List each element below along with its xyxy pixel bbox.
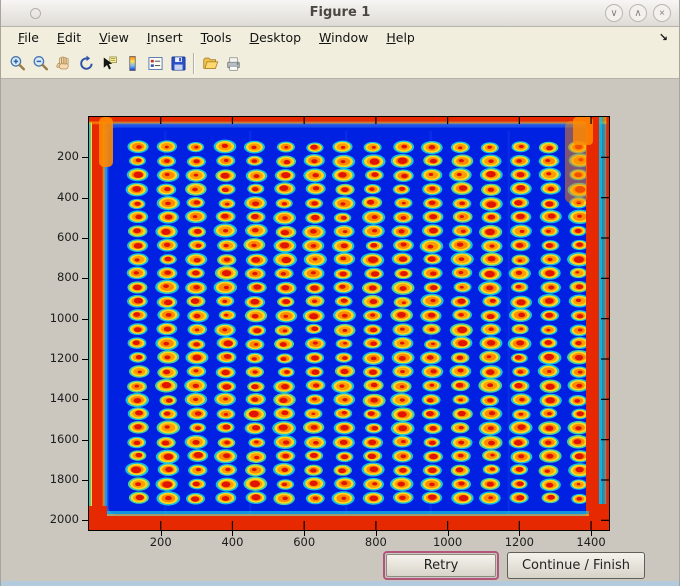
y-tick-label: 200 <box>57 149 79 164</box>
x-tick-label: 200 <box>149 535 172 549</box>
y-tick-label: 1400 <box>49 391 79 406</box>
insert-colorbar-icon <box>129 56 136 71</box>
y-tick-label: 1800 <box>49 471 79 486</box>
print-figure-icon <box>227 57 240 71</box>
menu-help[interactable]: Help <box>377 28 424 48</box>
menu-tools[interactable]: Tools <box>192 28 241 48</box>
menu-desktop[interactable]: Desktop <box>240 28 310 48</box>
retry-button-focus-ring: Retry <box>383 551 499 580</box>
figure-toolbar <box>1 49 679 79</box>
insert-colorbar-button[interactable] <box>121 52 144 76</box>
x-tick-mark <box>447 531 449 536</box>
zoom-in-button[interactable] <box>6 52 29 76</box>
x-tick-label: 1000 <box>432 535 463 549</box>
y-tick-label: 600 <box>57 229 79 244</box>
x-tick-mark <box>591 531 593 536</box>
open-file-icon <box>203 57 219 70</box>
x-tick-mark <box>160 531 162 536</box>
x-tick-mark <box>304 531 306 536</box>
y-tick-label: 1600 <box>49 431 79 446</box>
save-figure-button[interactable] <box>167 52 190 76</box>
y-tick-label: 400 <box>57 189 79 204</box>
window-title: Figure 1 <box>309 5 371 20</box>
y-tick-label: 2000 <box>49 512 79 527</box>
x-tick-label: 400 <box>221 535 244 549</box>
x-tick-label: 1200 <box>504 535 534 549</box>
x-tick-mark <box>375 531 377 536</box>
insert-legend-icon <box>148 57 163 70</box>
x-tick-label: 800 <box>364 535 387 549</box>
menu-view[interactable]: View <box>90 28 138 48</box>
data-cursor-icon <box>103 56 117 70</box>
open-file-button[interactable] <box>199 52 222 76</box>
insert-legend-button[interactable] <box>144 52 167 76</box>
data-cursor-button[interactable] <box>98 52 121 76</box>
menu-window[interactable]: Window <box>310 28 377 48</box>
menu-bar: File Edit View Insert Tools Desktop Wind… <box>1 27 679 49</box>
y-tick-label: 1200 <box>49 350 79 365</box>
zoom-out-icon <box>33 56 49 71</box>
pan-button[interactable] <box>52 52 75 76</box>
y-tick-label: 1000 <box>49 310 79 325</box>
x-tick-mark <box>232 531 234 536</box>
x-tick-label: 600 <box>293 535 316 549</box>
maximize-button[interactable]: ∧ <box>629 4 647 22</box>
rotate-3d-button[interactable] <box>75 52 98 76</box>
figure-window: Figure 1 ∨ ∧ × File Edit View Insert Too… <box>0 0 680 586</box>
x-tick-mark <box>519 531 521 536</box>
title-bar: Figure 1 ∨ ∧ × <box>1 0 679 27</box>
menu-edit[interactable]: Edit <box>48 28 90 48</box>
zoom-out-button[interactable] <box>29 52 52 76</box>
menu-insert[interactable]: Insert <box>138 28 192 48</box>
y-tick-label: 800 <box>57 270 79 285</box>
retry-button[interactable]: Retry <box>386 554 496 577</box>
print-figure-button[interactable] <box>222 52 245 76</box>
zoom-in-icon <box>10 56 26 71</box>
dock-figure-icon[interactable]: ↘ <box>659 31 668 44</box>
pan-icon <box>56 56 69 70</box>
minimize-button[interactable]: ∨ <box>605 4 623 22</box>
window-bottom-border <box>1 581 679 586</box>
save-figure-icon <box>171 56 186 71</box>
menu-file[interactable]: File <box>9 28 48 48</box>
toolbar-separator <box>193 53 194 74</box>
close-button[interactable]: × <box>653 4 671 22</box>
window-controls: ∨ ∧ × <box>605 4 671 22</box>
plate-image <box>89 117 609 530</box>
continue-finish-button[interactable]: Continue / Finish <box>507 552 645 579</box>
x-tick-label: 1400 <box>576 535 606 549</box>
rotate-3d-icon <box>80 55 93 70</box>
axes <box>88 116 610 531</box>
